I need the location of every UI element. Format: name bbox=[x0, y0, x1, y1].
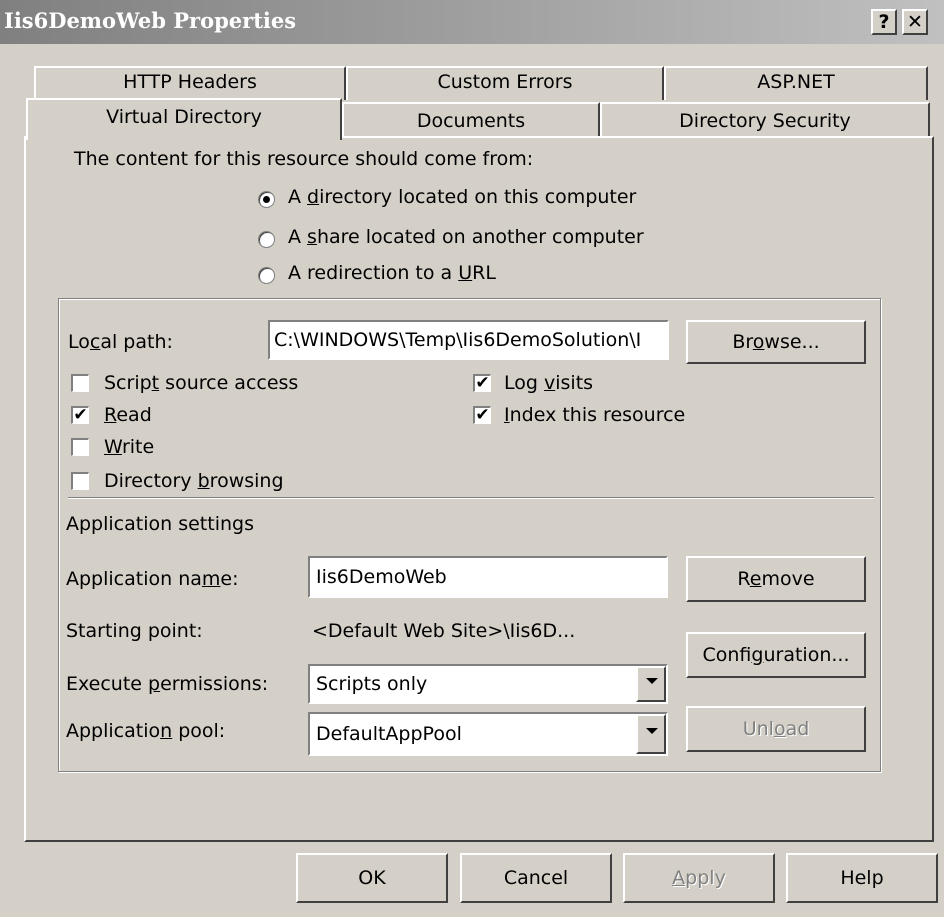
application-pool-value: DefaultAppPool bbox=[316, 723, 462, 745]
radio-local-directory[interactable] bbox=[258, 191, 275, 208]
tab-documents[interactable]: Documents bbox=[342, 102, 600, 138]
remove-button[interactable]: Remove bbox=[686, 556, 866, 602]
read-label[interactable]: Read bbox=[104, 404, 152, 426]
application-name-input[interactable]: Iis6DemoWeb bbox=[308, 556, 668, 598]
active-tab-joint bbox=[28, 134, 340, 140]
local-path-input[interactable]: C:\WINDOWS\Temp\Iis6DemoSolution\I bbox=[268, 320, 669, 360]
tab-directory-security[interactable]: Directory Security bbox=[600, 102, 930, 138]
tab-asp-net[interactable]: ASP.NET bbox=[664, 66, 928, 100]
directory-browsing-checkbox[interactable] bbox=[71, 472, 89, 490]
section-divider bbox=[68, 497, 874, 499]
title-bar[interactable]: Iis6DemoWeb Properties ? ✕ bbox=[0, 0, 944, 44]
application-name-label: Application name: bbox=[66, 568, 239, 590]
starting-point-label: Starting point: bbox=[66, 620, 203, 642]
chevron-down-icon[interactable] bbox=[636, 714, 666, 754]
execute-permissions-value: Scripts only bbox=[316, 673, 428, 695]
directory-browsing-label[interactable]: Directory browsing bbox=[104, 470, 284, 492]
radio-local-directory-label[interactable]: A directory located on this computer bbox=[288, 186, 636, 208]
local-path-label: Local path: bbox=[68, 331, 173, 353]
write-checkbox[interactable] bbox=[71, 438, 89, 456]
unload-button[interactable]: Unload bbox=[686, 706, 866, 752]
application-settings-heading: Application settings bbox=[66, 513, 254, 535]
script-source-checkbox[interactable] bbox=[71, 374, 89, 392]
read-checkbox[interactable]: ✔ bbox=[71, 406, 89, 424]
radio-url-redirection[interactable] bbox=[258, 267, 275, 284]
window-title: Iis6DemoWeb Properties bbox=[4, 8, 297, 33]
configuration-button[interactable]: Configuration... bbox=[686, 632, 866, 678]
radio-url-redirection-label[interactable]: A redirection to a URL bbox=[288, 262, 496, 284]
starting-point-value: <Default Web Site>\Iis6D... bbox=[312, 620, 576, 642]
execute-permissions-select[interactable]: Scripts only bbox=[308, 664, 668, 704]
help-icon[interactable]: ? bbox=[871, 9, 897, 35]
radio-network-share-label[interactable]: A share located on another computer bbox=[288, 226, 644, 248]
chevron-down-icon[interactable] bbox=[636, 666, 666, 702]
properties-dialog: Iis6DemoWeb Properties ? ✕ HTTP Headers … bbox=[0, 0, 944, 917]
ok-button[interactable]: OK bbox=[296, 853, 448, 903]
index-resource-label[interactable]: Index this resource bbox=[504, 404, 685, 426]
application-pool-select[interactable]: DefaultAppPool bbox=[308, 712, 668, 756]
index-resource-checkbox[interactable]: ✔ bbox=[473, 406, 491, 424]
tab-custom-errors[interactable]: Custom Errors bbox=[346, 66, 664, 100]
content-source-heading: The content for this resource should com… bbox=[74, 148, 534, 170]
close-icon[interactable]: ✕ bbox=[902, 9, 928, 35]
browse-button[interactable]: Browse... bbox=[686, 320, 866, 364]
tab-http-headers[interactable]: HTTP Headers bbox=[34, 66, 346, 100]
help-button[interactable]: Help bbox=[786, 853, 938, 903]
write-label[interactable]: Write bbox=[104, 436, 154, 458]
script-source-label[interactable]: Script source access bbox=[104, 372, 298, 394]
application-pool-label: Application pool: bbox=[66, 720, 226, 742]
log-visits-checkbox[interactable]: ✔ bbox=[473, 374, 491, 392]
radio-network-share[interactable] bbox=[258, 231, 275, 248]
radio-selected-dot bbox=[263, 196, 270, 203]
apply-button[interactable]: Apply bbox=[623, 853, 775, 903]
cancel-button[interactable]: Cancel bbox=[460, 853, 612, 903]
log-visits-label[interactable]: Log visits bbox=[504, 372, 593, 394]
execute-permissions-label: Execute permissions: bbox=[66, 673, 269, 695]
